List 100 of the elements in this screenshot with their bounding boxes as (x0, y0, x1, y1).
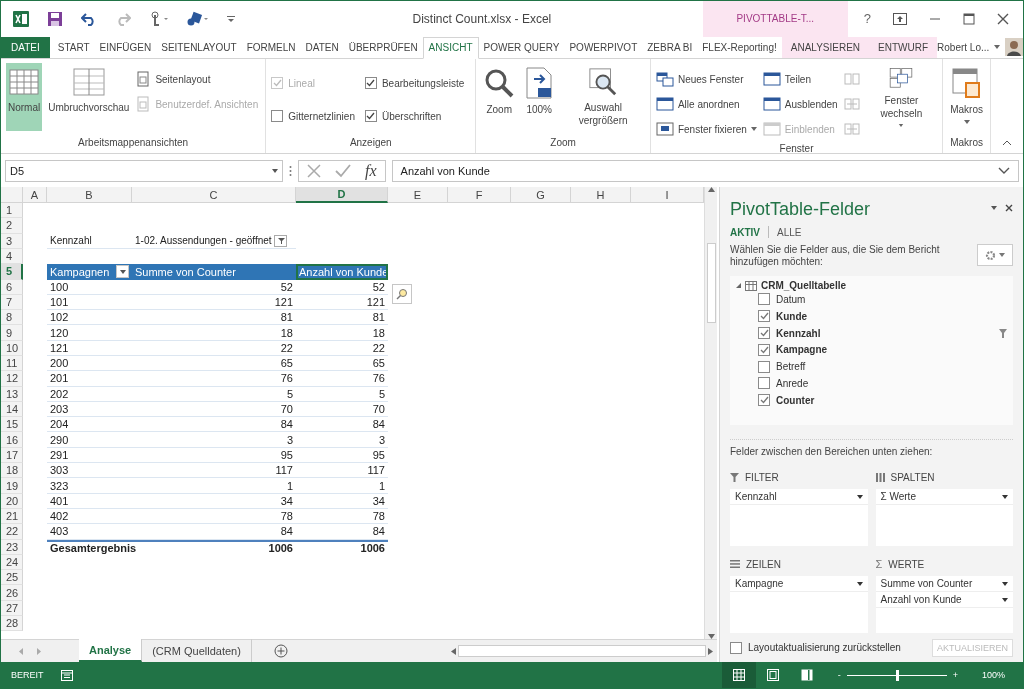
row-header[interactable]: 26 (1, 585, 23, 601)
column-header[interactable]: A (23, 187, 47, 203)
ribbon-button[interactable]: Alle anordnen (655, 92, 759, 117)
table-cell: 70 (296, 401, 388, 418)
row-header[interactable]: 28 (1, 616, 23, 632)
column-header[interactable]: D (296, 187, 388, 203)
checkbox[interactable]: Gitternetzlinien (271, 100, 361, 133)
checkbox[interactable]: Bearbeitungsleiste (364, 67, 471, 100)
ribbon-tab[interactable]: DATEI (1, 36, 50, 59)
table-name: CRM_Quelltabelle (761, 280, 847, 291)
ribbon-button[interactable]: Makros (948, 63, 985, 132)
column-header[interactable]: F (448, 187, 511, 203)
table-cell: 1 (296, 478, 388, 494)
field-item[interactable]: Kunde (736, 307, 1007, 325)
table-cell: 34 (132, 493, 296, 509)
table-cell: 76 (132, 371, 296, 387)
table-cell: 70 (132, 401, 296, 418)
table-cell: 1 (132, 478, 296, 494)
table-cell: 101 (47, 294, 132, 311)
table-cell: 121 (47, 340, 132, 356)
area-field[interactable]: Kampagne (730, 576, 868, 593)
ribbon-button[interactable]: Seitenlayout (135, 67, 261, 92)
ribbon-button[interactable]: Ausblenden (762, 92, 840, 117)
table-cell: 117 (296, 463, 388, 479)
table-cell: 95 (296, 447, 388, 464)
area-field[interactable]: Anzahl von Kunde (875, 592, 1013, 609)
ribbon-button[interactable]: Auswahl vergrößern (561, 63, 645, 132)
field-item[interactable]: Kennzahl (736, 324, 1007, 342)
column-header[interactable]: I (631, 187, 704, 203)
row-header[interactable]: 12 (1, 371, 23, 387)
formula-field[interactable]: Anzahl von Kunde (391, 159, 1019, 182)
table-cell: 117 (132, 463, 296, 479)
status-text: BEREIT (10, 670, 45, 680)
name-box[interactable]: D5 (5, 159, 283, 182)
table-cell: 121 (132, 294, 296, 311)
table-cell: Kennzahl (47, 233, 132, 249)
table-cell: 120 (47, 325, 132, 341)
column-header[interactable]: G (511, 187, 571, 203)
table-cell: 81 (296, 310, 388, 326)
column-header[interactable]: H (571, 187, 631, 203)
table-cell: 65 (296, 356, 388, 372)
row-header[interactable]: 22 (1, 524, 23, 540)
row-header[interactable]: 2 (1, 218, 23, 234)
row-header[interactable]: 1 (1, 203, 23, 219)
row-header[interactable]: 19 (1, 478, 23, 494)
defer-checkbox[interactable]: Layoutaktualisierung zurückstellen (730, 641, 901, 654)
ribbon-button[interactable]: Zoom (481, 63, 518, 132)
field-item[interactable]: Betreff (736, 358, 1007, 375)
zoom-level: 100% (980, 670, 1006, 680)
row-header[interactable]: 18 (1, 463, 23, 479)
ribbon-button[interactable]: Normal (6, 63, 43, 132)
filter-value[interactable]: 1-02. Aussendungen - geöffnet (132, 233, 296, 249)
row-header[interactable]: 8 (1, 310, 23, 326)
ribbon-button[interactable]: Umbruchvorschau (46, 63, 132, 132)
area-title: FILTER (745, 471, 779, 483)
table-cell: 5 (296, 386, 388, 402)
pivot-header[interactable]: Summe von Counter (132, 264, 296, 280)
column-header[interactable]: B (47, 187, 132, 203)
pivot-header[interactable]: Kampagnen (47, 264, 132, 280)
field-item[interactable]: Anrede (736, 375, 1007, 392)
table-cell: 290 (47, 432, 132, 448)
insert-function-button[interactable]: fx (365, 161, 377, 180)
ribbon-tab[interactable]: ENTWURF (869, 36, 938, 59)
table-cell: 401 (47, 493, 132, 509)
hint-text: Felder zwischen den Bereichen unten ziehen: (730, 439, 1013, 458)
field-item[interactable]: Datum (736, 291, 1007, 308)
panel-tab[interactable]: ALLE (777, 226, 802, 238)
row-header[interactable]: 15 (1, 417, 23, 433)
ribbon-button[interactable]: Teilen (762, 67, 840, 92)
area-field[interactable]: Summe von Counter (875, 576, 1013, 593)
area-title: ZEILEN (746, 558, 781, 570)
group-label: Arbeitsmappenansichten (77, 136, 190, 151)
row-header[interactable]: 5 (1, 264, 23, 280)
table-cell: 402 (47, 508, 132, 525)
table-cell: 3 (132, 432, 296, 448)
field-item[interactable]: Kampagne (736, 341, 1007, 359)
column-header[interactable]: C (132, 187, 296, 203)
field-item[interactable]: Counter (736, 391, 1007, 409)
panel-tab[interactable]: AKTIV (730, 226, 760, 238)
zoom-in-button[interactable]: + (952, 670, 958, 680)
area-field[interactable]: Kennzahl (730, 489, 868, 506)
table-cell: 303 (47, 463, 132, 479)
table-cell: 3 (296, 432, 388, 448)
user-name[interactable]: Robert Lo... (937, 42, 990, 53)
ribbon-button[interactable]: Neues Fenster (655, 67, 759, 92)
sheet-tab[interactable]: Analyse (79, 639, 143, 662)
table-cell: 52 (132, 279, 296, 295)
row-header[interactable]: 25 (1, 570, 23, 586)
table-cell: 95 (132, 447, 296, 464)
row-header[interactable]: 16 (1, 432, 23, 448)
zoom-out-button[interactable]: - (837, 670, 841, 680)
checkbox[interactable]: Überschriften (364, 100, 471, 133)
row-header[interactable]: 9 (1, 325, 23, 341)
table-cell: 204 (47, 417, 132, 433)
ribbon-button[interactable]: Fenster fixieren (655, 117, 759, 142)
area-field[interactable]: Σ Werte (875, 489, 1013, 506)
ribbon-button[interactable]: 100% (521, 63, 558, 132)
column-header[interactable]: E (388, 187, 448, 203)
ribbon-button[interactable]: Fenster wechseln (865, 63, 938, 132)
help-button[interactable]: ? (863, 11, 871, 27)
